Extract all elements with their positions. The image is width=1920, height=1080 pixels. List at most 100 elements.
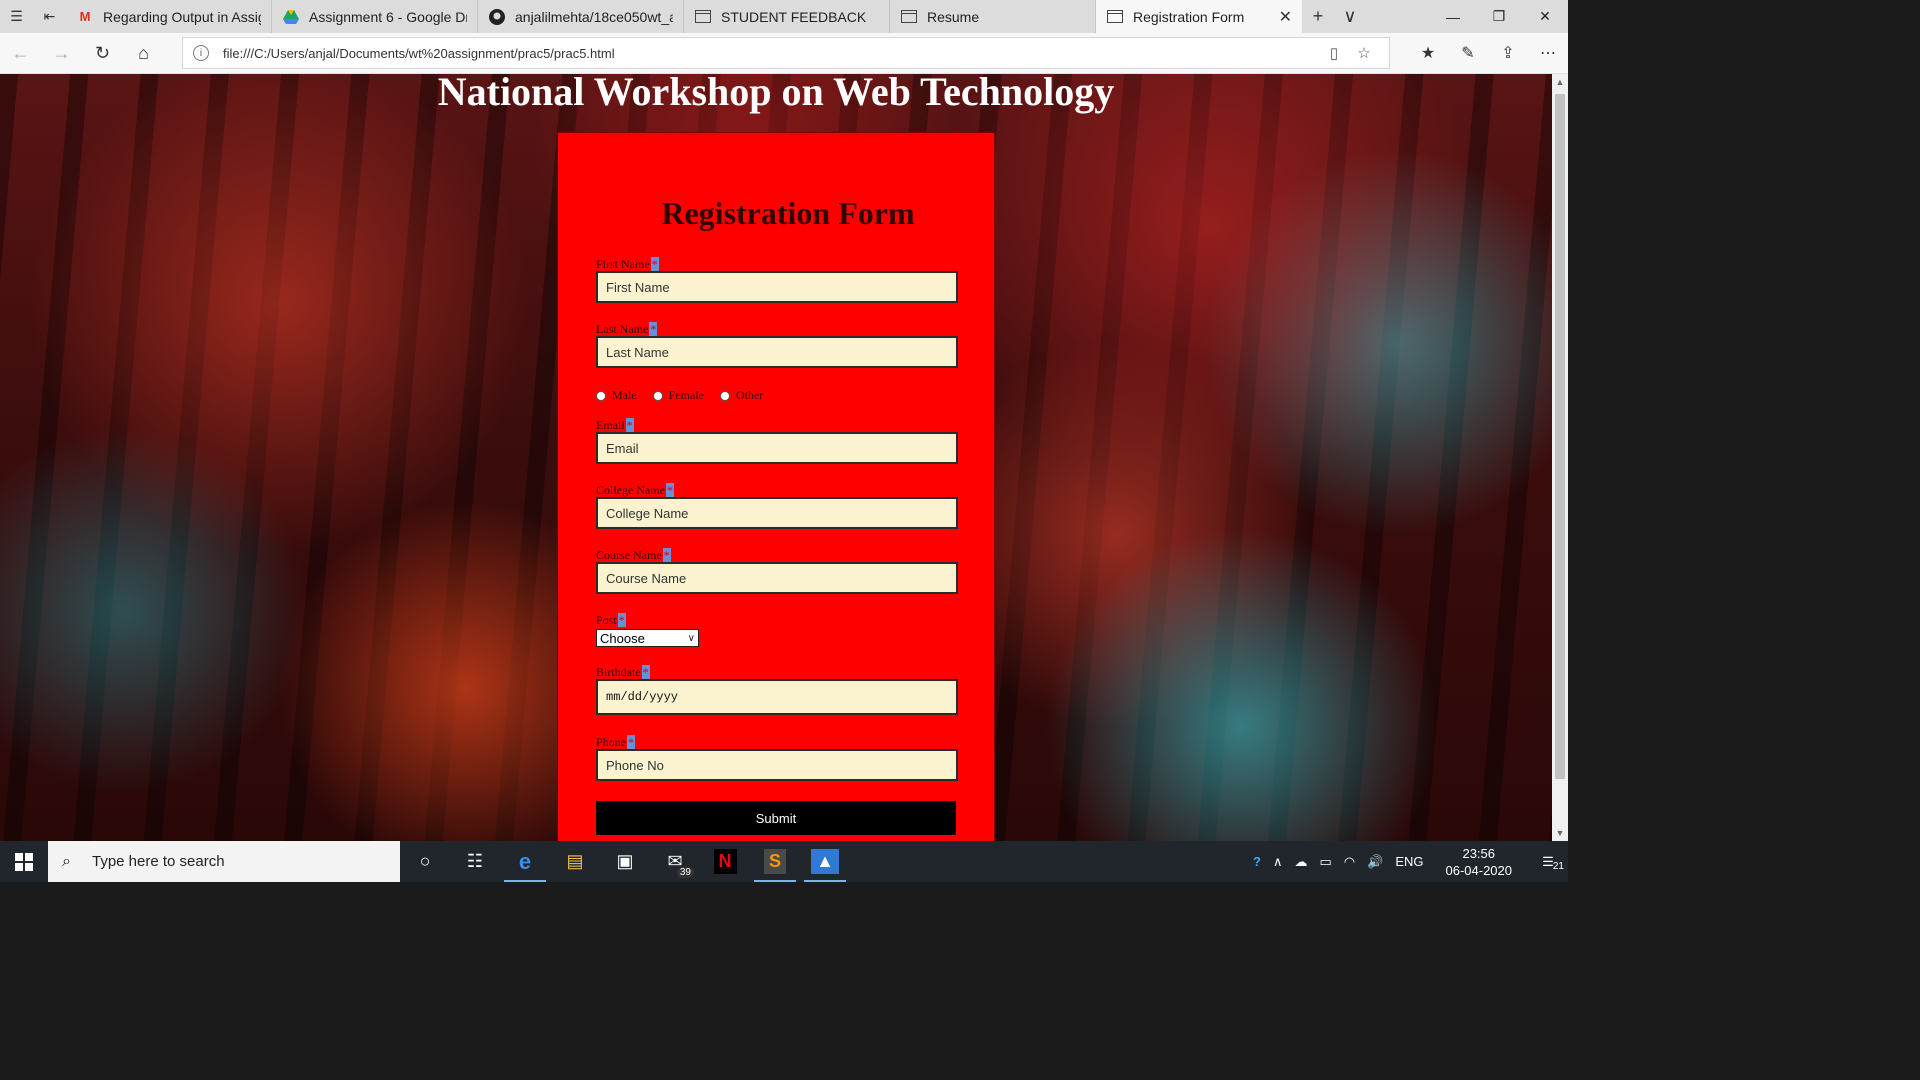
edge-browser-icon[interactable]: e [500, 841, 550, 882]
radio-button[interactable] [719, 390, 730, 401]
close-tab-icon[interactable]: ✕ [1279, 7, 1292, 27]
college-name-label: College Name * [596, 483, 674, 497]
info-icon[interactable]: i [193, 45, 209, 61]
github-icon [488, 8, 506, 25]
tab-gmail[interactable]: M Regarding Output in Assign [66, 0, 272, 33]
required-mark: * [662, 548, 671, 562]
wifi-icon[interactable]: ◠ [1338, 854, 1361, 870]
page-scrollbar[interactable]: ▲ ▼ [1552, 74, 1568, 841]
back-icon[interactable]: ← [0, 33, 41, 74]
new-tab-icon[interactable]: + [1302, 0, 1334, 33]
language-indicator[interactable]: ENG [1389, 854, 1429, 869]
phone-label: Phone * [596, 735, 635, 749]
clock-date: 06-04-2020 [1445, 862, 1513, 878]
tab-registration-form[interactable]: Registration Form ✕ [1096, 0, 1302, 33]
page-background: National Workshop on Web Technology Regi… [0, 74, 1552, 841]
windows-taskbar: ⌕ Type here to search ○ ☷ e ▤ ▣ ✉ 39 N S … [0, 841, 1568, 882]
page-icon [1106, 9, 1124, 25]
radio-button[interactable] [596, 390, 606, 401]
browser-tab-bar: ☰ ⇤ M Regarding Output in Assign Assignm… [0, 0, 1568, 33]
form-heading: Registration Form [661, 195, 915, 231]
radio-button[interactable] [652, 390, 663, 401]
tab-resume[interactable]: Resume [890, 0, 1096, 33]
chevron-down-icon: ∨ [687, 632, 695, 644]
email-input[interactable]: Email [596, 432, 958, 464]
set-aside-tabs-icon[interactable]: ⇤ [33, 0, 66, 33]
required-mark: * [665, 483, 674, 497]
birthdate-input[interactable]: mm/dd/yyyy [596, 679, 958, 715]
more-icon[interactable]: ⋯ [1528, 33, 1568, 74]
system-tray: ? ∧ ☁ ▭ ◠ 🔊 ENG 23:56 06-04-2020 ☰ 21 [1247, 841, 1568, 882]
browser-nav-bar: ← → ↻ ⌂ i file:///C:/Users/anjal/Documen… [0, 33, 1568, 74]
taskbar-search[interactable]: ⌕ Type here to search [48, 841, 400, 882]
required-mark: * [625, 418, 634, 432]
file-explorer-icon[interactable]: ▤ [550, 841, 600, 882]
page-icon [694, 9, 712, 25]
mail-badge: 39 [676, 867, 694, 878]
netflix-icon[interactable]: N [700, 841, 750, 882]
url-text[interactable]: file:///C:/Users/anjal/Documents/wt%20as… [223, 46, 1319, 61]
help-icon[interactable]: ? [1247, 854, 1267, 869]
sublime-text-icon[interactable]: S [750, 841, 800, 882]
gender-male-radio[interactable]: Male [596, 388, 637, 403]
tab-google-drive[interactable]: Assignment 6 - Google Driv [272, 0, 478, 33]
last-name-input[interactable]: Last Name [596, 336, 958, 368]
task-view-icon[interactable]: ☷ [450, 841, 500, 882]
minimize-icon[interactable]: — [1430, 0, 1476, 33]
post-select[interactable]: Choose ∨ [596, 629, 699, 647]
favorite-star-icon[interactable]: ☆ [1349, 44, 1379, 62]
tab-label: anjalilmehta/18ce050wt_ass [515, 8, 673, 25]
search-icon: ⌕ [62, 852, 71, 870]
cortana-icon[interactable]: ○ [400, 841, 450, 882]
submit-button[interactable]: Submit [596, 801, 956, 835]
scroll-up-icon[interactable]: ▲ [1552, 74, 1568, 90]
tab-label: Assignment 6 - Google Driv [309, 8, 467, 25]
address-bar[interactable]: i file:///C:/Users/anjal/Documents/wt%20… [182, 37, 1390, 69]
restore-icon[interactable]: ❐ [1476, 0, 1522, 33]
onedrive-icon[interactable]: ☁ [1289, 854, 1314, 870]
gender-radio-group: Male Female Other [596, 388, 779, 403]
tab-label: Regarding Output in Assign [103, 8, 261, 25]
page-title: National Workshop on Web Technology [437, 74, 1115, 114]
store-icon[interactable]: ▣ [600, 841, 650, 882]
action-center-icon[interactable]: ☰ 21 [1528, 854, 1568, 872]
college-name-input[interactable]: College Name [596, 497, 958, 529]
first-name-label: First Name * [596, 257, 659, 271]
photos-icon[interactable]: ▲ [800, 841, 850, 882]
required-mark: * [650, 257, 659, 271]
course-name-input[interactable]: Course Name [596, 562, 958, 594]
tab-manager-icon[interactable]: ☰ [0, 0, 33, 33]
tab-student-feedback[interactable]: STUDENT FEEDBACK [684, 0, 890, 33]
windows-logo-icon [15, 852, 33, 871]
notification-count: 21 [1552, 860, 1564, 872]
gender-other-radio[interactable]: Other [719, 388, 763, 403]
scrollbar-thumb[interactable] [1555, 94, 1565, 779]
required-mark: * [617, 613, 626, 627]
start-button[interactable] [0, 841, 48, 882]
required-mark: * [641, 665, 650, 679]
battery-icon[interactable]: ▭ [1314, 854, 1338, 870]
home-icon[interactable]: ⌂ [123, 33, 164, 74]
tab-label: Resume [927, 8, 980, 25]
favorites-list-icon[interactable]: ★ [1408, 33, 1448, 74]
chevron-down-icon[interactable]: ∨ [1334, 0, 1366, 33]
scroll-down-icon[interactable]: ▼ [1552, 825, 1568, 841]
mail-icon[interactable]: ✉ 39 [650, 841, 700, 882]
share-icon[interactable]: ⇪ [1488, 33, 1528, 74]
clock[interactable]: 23:56 06-04-2020 [1430, 845, 1529, 879]
phone-input[interactable]: Phone No [596, 749, 958, 781]
refresh-icon[interactable]: ↻ [82, 33, 123, 74]
gender-female-radio[interactable]: Female [652, 388, 704, 403]
required-mark: * [649, 322, 658, 336]
volume-icon[interactable]: 🔊 [1361, 854, 1389, 870]
email-label: Email * [596, 418, 634, 432]
first-name-input[interactable]: First Name [596, 271, 958, 303]
pen-icon[interactable]: ✎ [1448, 33, 1488, 74]
chevron-up-icon[interactable]: ∧ [1267, 854, 1289, 870]
forward-icon[interactable]: → [41, 33, 82, 74]
close-window-icon[interactable]: ✕ [1522, 0, 1568, 33]
tab-label: Registration Form [1133, 8, 1245, 25]
google-drive-icon [282, 9, 300, 25]
tab-github[interactable]: anjalilmehta/18ce050wt_ass [478, 0, 684, 33]
reading-view-icon[interactable]: ▯ [1319, 44, 1349, 62]
